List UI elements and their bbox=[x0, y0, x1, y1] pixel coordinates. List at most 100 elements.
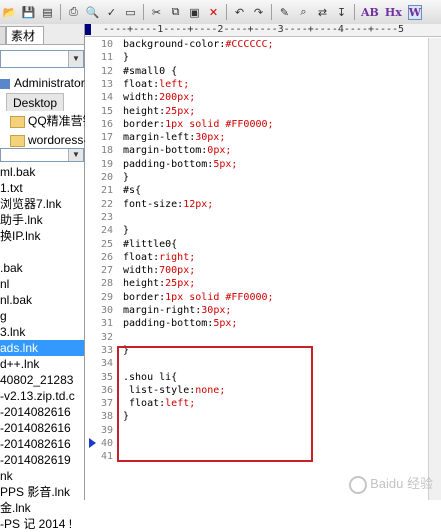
css-property: height: bbox=[123, 105, 166, 117]
file-item[interactable]: ads.lnk bbox=[0, 340, 84, 356]
chevron-down-icon[interactable]: ▼ bbox=[68, 149, 83, 161]
tree-item[interactable]: Administrator bbox=[0, 74, 85, 92]
line-number: 20 bbox=[100, 172, 113, 183]
undo-icon[interactable]: ↶ bbox=[231, 3, 248, 21]
code-line[interactable]: border:1px solid #FF0000; bbox=[123, 291, 274, 304]
file-item[interactable]: -2014082619 bbox=[0, 452, 84, 468]
file-item[interactable]: 40802_21283 bbox=[0, 372, 84, 388]
tab-material[interactable]: 素材 bbox=[6, 26, 44, 44]
code-line[interactable]: margin-right:30px; bbox=[123, 304, 231, 317]
code-line[interactable]: #small0 { bbox=[123, 65, 177, 78]
code-line[interactable]: } bbox=[123, 51, 129, 64]
toolbar-separator bbox=[143, 4, 144, 20]
css-property: width: bbox=[123, 265, 160, 277]
tree-item-label: wordoress- bbox=[28, 133, 88, 147]
code-line[interactable]: float:right; bbox=[123, 251, 195, 264]
line-number: 22 bbox=[100, 198, 113, 210]
filter-select[interactable]: ▼ bbox=[0, 148, 84, 162]
file-item[interactable]: nk bbox=[0, 468, 84, 484]
line-number: 24 bbox=[100, 225, 113, 237]
file-item[interactable]: 3.lnk bbox=[0, 324, 84, 340]
toolbar-text-button-0[interactable]: AB bbox=[361, 6, 379, 19]
code-line[interactable]: background-color:#CCCCCC; bbox=[123, 38, 274, 51]
file-item[interactable]: 浏览器7.lnk bbox=[0, 196, 84, 212]
file-item[interactable]: nl bbox=[0, 276, 84, 292]
toolbar-separator bbox=[60, 4, 61, 20]
copy-icon[interactable]: ⧉ bbox=[167, 3, 184, 21]
line-number: 21 bbox=[100, 185, 113, 197]
code-line[interactable]: #little0{ bbox=[123, 238, 177, 251]
file-browser-panel: 素材 ▼ Administrator Desktop QQ精准营销 wordoress… bbox=[0, 24, 95, 531]
save-all-icon[interactable]: ▤ bbox=[39, 3, 56, 21]
css-value: 30px; bbox=[201, 305, 232, 316]
find-icon[interactable]: ⌕ bbox=[295, 3, 312, 21]
tree-item[interactable]: Desktop bbox=[6, 93, 65, 111]
open-icon[interactable]: 📂 bbox=[1, 3, 18, 21]
file-item[interactable]: -2014082616 bbox=[0, 404, 84, 420]
line-number: 25 bbox=[100, 238, 113, 250]
code-line[interactable]: padding-bottom:5px; bbox=[123, 158, 237, 171]
line-number: 16 bbox=[100, 118, 113, 130]
line-number: 37 bbox=[100, 398, 113, 410]
css-value: 1px solid #FF0000; bbox=[165, 118, 274, 130]
file-item[interactable]: g bbox=[0, 308, 84, 324]
code-line[interactable]: float:left; bbox=[123, 78, 189, 91]
file-item[interactable]: PPS 影音.lnk bbox=[0, 484, 84, 500]
code-line[interactable]: font-size:12px; bbox=[123, 198, 213, 211]
toolbar-text-button-2[interactable]: W bbox=[407, 4, 423, 20]
file-item[interactable] bbox=[0, 244, 84, 260]
tree-item[interactable]: QQ精准营销 bbox=[10, 112, 95, 130]
delete-icon[interactable]: ✕ bbox=[205, 3, 222, 21]
code-editor[interactable]: ----+----1----+----2----+----3----+----4… bbox=[85, 24, 441, 500]
folder-icon bbox=[10, 115, 25, 128]
file-item[interactable]: -v2.13.zip.td.c bbox=[0, 388, 84, 404]
code-line[interactable]: width:200px; bbox=[123, 91, 195, 104]
line-number-gutter: 10 11 12 13 14 15 16 17 18 19 20 21 22 23 24 25 26 27 28 29… bbox=[85, 38, 115, 500]
code-line[interactable]: border:1px solid #FF0000; bbox=[123, 118, 274, 131]
css-property: padding-bottom: bbox=[123, 318, 214, 330]
file-item[interactable]: nl.bak bbox=[0, 292, 84, 308]
toolbar-separator bbox=[354, 4, 355, 20]
code-line[interactable]: padding-bottom:5px; bbox=[123, 317, 237, 330]
toolbar-text-button-1[interactable]: Hx bbox=[385, 6, 402, 19]
file-item[interactable]: 助手.lnk bbox=[0, 212, 84, 228]
css-value: 5px; bbox=[213, 318, 238, 330]
drive-icon bbox=[0, 78, 10, 89]
spell-check-icon[interactable]: ✓ bbox=[103, 3, 120, 21]
file-item[interactable]: d++.lnk bbox=[0, 356, 84, 372]
document-icon[interactable]: ▭ bbox=[122, 3, 139, 21]
file-item[interactable]: -2014082616 bbox=[0, 436, 84, 452]
code-line[interactable]: height:25px; bbox=[123, 277, 195, 290]
print-preview-icon[interactable]: 🔍 bbox=[84, 3, 101, 21]
vertical-scrollbar[interactable] bbox=[428, 38, 441, 500]
file-item[interactable]: -PS 记 2014 ! bbox=[0, 516, 84, 532]
goto-icon[interactable]: ↧ bbox=[333, 3, 350, 21]
redo-icon[interactable]: ↷ bbox=[250, 3, 267, 21]
file-item[interactable]: ml.bak bbox=[0, 164, 84, 180]
file-item[interactable]: 换IP.lnk bbox=[0, 228, 84, 244]
code-line[interactable]: } bbox=[123, 171, 129, 184]
chevron-down-icon[interactable]: ▼ bbox=[68, 51, 83, 67]
css-property: height: bbox=[123, 278, 166, 290]
panel-tabs: 素材 bbox=[0, 24, 84, 45]
tree-item[interactable]: wordoress- bbox=[10, 131, 87, 149]
cut-icon[interactable]: ✂ bbox=[148, 3, 165, 21]
code-line[interactable]: margin-left:30px; bbox=[123, 131, 225, 144]
file-item[interactable]: .bak bbox=[0, 260, 84, 276]
code-line[interactable]: } bbox=[123, 224, 129, 237]
replace-icon[interactable]: ⇄ bbox=[314, 3, 331, 21]
code-line[interactable]: width:700px; bbox=[123, 264, 195, 277]
paste-icon[interactable]: ▣ bbox=[186, 3, 203, 21]
marker-icon[interactable]: ✎ bbox=[276, 3, 293, 21]
file-item[interactable]: -2014082616 bbox=[0, 420, 84, 436]
file-item[interactable]: 金.lnk bbox=[0, 500, 84, 516]
line-number: 27 bbox=[100, 265, 113, 277]
code-line[interactable]: #s{ bbox=[123, 184, 141, 197]
file-item[interactable]: 1.txt bbox=[0, 180, 84, 196]
print-icon[interactable]: ⎙ bbox=[65, 3, 82, 21]
save-icon[interactable]: 💾 bbox=[20, 3, 37, 21]
css-value: 200px; bbox=[159, 92, 196, 104]
code-line[interactable]: height:25px; bbox=[123, 105, 195, 118]
drive-select[interactable]: ▼ bbox=[0, 50, 84, 68]
code-line[interactable]: margin-bottom:0px; bbox=[123, 144, 231, 157]
